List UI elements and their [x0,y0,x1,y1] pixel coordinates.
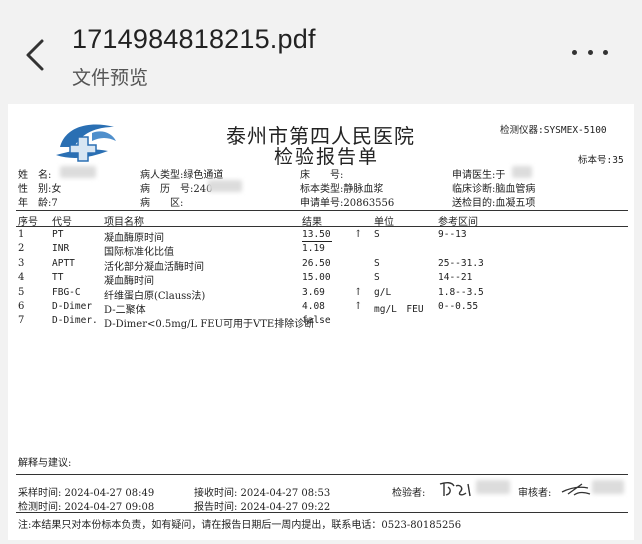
more-options-icon[interactable] [572,48,608,58]
row-code: INR [52,243,70,255]
sample-type: 标本类型:静脉血浆 [300,184,384,195]
row-unit: g/L [374,286,392,298]
redacted-reviewer [592,480,624,494]
redacted-name [60,166,96,178]
row-name: 凝血酶原时间 [104,233,164,244]
row-code: TT [52,272,64,284]
row-name: 凝血酶时间 [104,276,154,288]
row-code: D-Dimer. [52,315,98,327]
row-result: 15.00 [302,272,331,284]
row-no: 6 [18,301,25,312]
row-unit: S [374,257,380,269]
row-no: 1 [18,229,25,240]
row-unit: mg/L FEU [374,304,424,315]
sample-number: 标本号:35 [578,155,624,166]
row-result: 1.19 [302,243,325,255]
row-flag: ↑ [354,286,363,298]
sex: 性 别:女 [18,184,62,195]
row-no: 4 [18,272,25,284]
row-name: D-二聚体 [104,305,146,316]
record-no: 病 历 号:240 [140,184,213,195]
row-flag: ↑ [354,301,363,312]
tester-label: 检验者: [392,488,426,499]
disclaimer-note: 注:本结果只对本份标本负责，如有疑问，请在报告日期后一周内提出，联系电话：052… [18,520,462,531]
bed-label: 床 号: [300,170,344,181]
file-title: 1714984818215.pdf [72,24,316,54]
redacted-doctor [512,166,532,178]
row-code: PT [52,229,64,240]
advice-label: 解释与建议: [18,458,72,469]
row-no: 7 [18,315,25,327]
table-top-rule [16,210,628,211]
row-unit: S [374,229,380,240]
row-ref: 1.8--3.5 [438,286,484,298]
row-result: false [302,315,331,327]
result-underline [302,241,332,242]
row-code: APTT [52,257,75,269]
redacted-tester [476,480,510,494]
row-name: 国际标准化比值 [104,247,174,259]
reviewer-signature-icon [561,483,591,496]
file-subtitle: 文件预览 [72,67,149,89]
row-ref: 0--0.55 [438,301,479,312]
hospital-logo-icon [56,124,116,162]
row-result: 26.50 [302,257,331,269]
row-result: 13.50 [302,229,331,240]
row-result: 4.08 [302,301,325,312]
name-label: 姓 名: [18,170,52,181]
header-bottom-rule [16,226,628,227]
reviewer-label: 审核者: [518,488,552,499]
row-unit: S [374,272,380,284]
request-no: 申请单号:20863556 [300,198,395,209]
row-flag: ↑ [354,229,363,240]
patient-type: 病人类型:绿色通道 [140,170,224,181]
test-time: 检测时间: 2024-04-27 09:08 [18,502,155,513]
instrument: 检测仪器:SYSMEX-5100 [500,125,607,136]
back-arrow-icon[interactable] [22,38,50,72]
row-code: FBG-C [52,286,81,298]
row-no: 2 [18,243,25,255]
report-title: 检验报告单 [274,146,380,168]
row-ref: 9--13 [438,229,467,240]
row-ref: 14--21 [438,272,473,284]
collect-time: 采样时间: 2024-04-27 08:49 [18,488,155,499]
ward: 病 区: [140,198,184,209]
footer-top-rule [16,474,628,475]
report-page: 泰州市第四人民医院 检验报告单 检测仪器:SYSMEX-5100 标本号:35 … [8,104,634,540]
row-ref: 25--31.3 [438,257,484,269]
purpose: 送检目的:血凝五项 [452,198,536,209]
row-no: 5 [18,286,25,298]
doctor: 申请医生:于 [452,170,506,181]
app-bar: 1714984818215.pdf 文件预览 [0,0,642,98]
row-code: D-Dimer [52,301,93,312]
row-name: 纤维蛋白原(Clauss法) [104,290,206,302]
redacted-record [208,180,242,192]
row-no: 3 [18,257,25,269]
age: 年 龄:7 [18,198,58,209]
report-time: 报告时间: 2024-04-27 09:22 [194,502,331,513]
row-name: 活化部分凝血活酶时间 [104,261,204,273]
receive-time: 接收时间: 2024-04-27 08:53 [194,488,331,499]
row-result: 3.69 [302,286,325,298]
row-name: D-Dimer<0.5mg/L FEU可用于VTE排除诊断 [104,319,315,331]
diagnosis: 临床诊断:脑血管病 [452,184,536,195]
footer-bottom-rule [16,512,628,513]
